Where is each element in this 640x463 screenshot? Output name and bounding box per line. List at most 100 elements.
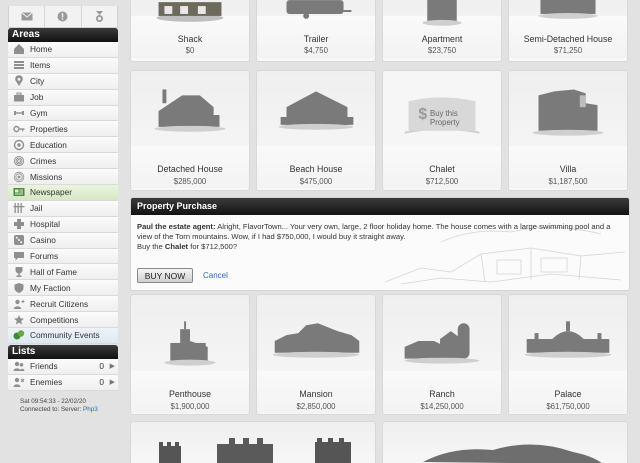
list-item-count: 0 — [99, 361, 104, 372]
newspaper-icon — [13, 188, 25, 197]
medal-icon — [95, 10, 103, 22]
villa-silhouette — [532, 89, 604, 136]
sidebar: Areas Home Items City Job Gym Properties… — [0, 0, 124, 463]
property-name: Mansion — [299, 389, 333, 399]
property-price: $61,750,000 — [546, 402, 590, 411]
property-card-palace[interactable]: Palace $61,750,000 — [508, 294, 628, 415]
list-item-label: Friends — [30, 361, 58, 372]
sidebar-top-icons — [8, 6, 118, 28]
jail-icon — [13, 203, 25, 214]
property-name: Villa — [559, 164, 577, 174]
missions-icon — [13, 171, 25, 182]
agent-message: Paul the estate agent: Alright, FlavorTo… — [131, 215, 621, 251]
property-name: Detached House — [157, 164, 223, 174]
sidebar-item-forums[interactable]: Forums — [8, 248, 118, 265]
detached-house-silhouette — [154, 89, 226, 132]
community-events-icon — [13, 330, 25, 340]
sidebar-item-newspaper[interactable]: Newspaper — [8, 185, 118, 201]
property-card-beach-house[interactable]: Beach House $475,000 — [256, 70, 376, 191]
buy-now-button[interactable]: BUY NOW — [137, 268, 193, 283]
buy-this-property-overlay[interactable]: Buy this Property — [430, 109, 459, 127]
beach-house-silhouette — [278, 91, 354, 130]
property-card-chalet[interactable]: $ Buy this Property Chalet $712,500 — [382, 70, 502, 191]
purchase-item: Chalet — [164, 241, 189, 251]
sidebar-item-recruit-citizens[interactable]: Recruit Citizens — [8, 296, 118, 313]
lists-header: Lists — [8, 345, 118, 359]
property-card-mansion[interactable]: Mansion $2,850,000 — [256, 294, 376, 415]
property-price: $475,000 — [299, 177, 333, 186]
property-name: Semi-Detached House — [523, 34, 613, 44]
server-time: Sat 09:54:33 - 22/02/20 — [20, 398, 86, 405]
sidebar-item-label: Recruit Citizens — [30, 298, 89, 309]
sidebar-item-items[interactable]: Items — [8, 57, 118, 74]
sidebar-item-education[interactable]: Education — [8, 137, 118, 154]
trophy-icon — [15, 266, 23, 277]
sidebar-item-jail[interactable]: Jail — [8, 200, 118, 217]
property-name: Palace — [554, 389, 582, 399]
property-price: $712,500 — [425, 177, 459, 186]
shack-silhouette — [156, 2, 224, 22]
cancel-link[interactable]: Cancel — [203, 271, 228, 280]
chevron-right-icon: ▶ — [109, 379, 115, 387]
list-item-enemies[interactable]: Enemies 0 ▶ — [8, 374, 118, 391]
property-name: Penthouse — [168, 389, 212, 399]
server-status: Sat 09:54:33 - 22/02/20 Connected to: Se… — [20, 398, 98, 414]
property-price: $0 — [185, 46, 195, 55]
palace-silhouette — [524, 321, 612, 358]
messages-button[interactable] — [9, 6, 46, 27]
sidebar-item-label: Competitions — [30, 314, 79, 325]
sidebar-item-job[interactable]: Job — [8, 89, 118, 106]
property-card-trailer[interactable]: Trailer $4,750 — [256, 0, 376, 62]
property-price: $1,900,000 — [170, 402, 210, 411]
chevron-right-icon: ▶ — [109, 363, 115, 371]
property-name: Chalet — [429, 164, 455, 174]
sidebar-item-my-faction[interactable]: My Faction — [8, 280, 118, 297]
sidebar-item-casino[interactable]: Casino — [8, 232, 118, 249]
purchase-question: Buy the Chalet for $712,500? — [137, 241, 238, 251]
sidebar-item-properties[interactable]: Properties — [8, 121, 118, 138]
property-name: Apartment — [421, 34, 463, 44]
sidebar-item-missions[interactable]: Missions — [8, 169, 118, 186]
sidebar-item-competitions[interactable]: Competitions — [8, 312, 118, 329]
sidebar-item-gym[interactable]: Gym — [8, 105, 118, 122]
sidebar-item-city[interactable]: City — [8, 73, 118, 90]
sidebar-item-label: Properties — [30, 123, 68, 134]
list-item-friends[interactable]: Friends 0 ▶ — [8, 359, 118, 375]
sidebar-item-home[interactable]: Home — [8, 42, 118, 58]
sidebar-item-label: Education — [30, 139, 67, 150]
properties-grid: Shack $0 Trailer $4,750 Apartment $23,75… — [130, 0, 630, 463]
sidebar-item-community-events[interactable]: Community Events — [8, 328, 118, 344]
property-card-semi-detached-house[interactable]: Semi-Detached House $71,250 — [508, 0, 628, 62]
sidebar-item-hospital[interactable]: Hospital — [8, 216, 118, 233]
sidebar-item-hall-of-fame[interactable]: Hall of Fame — [8, 264, 118, 281]
trailer-silhouette — [286, 0, 352, 19]
sidebar-item-label: City — [30, 76, 45, 87]
competitions-icon — [14, 314, 24, 325]
events-button[interactable] — [45, 6, 82, 27]
awards-button[interactable] — [82, 6, 117, 27]
dice-icon — [14, 235, 24, 246]
sidebar-item-label: Gym — [30, 108, 48, 118]
sidebar-item-crimes[interactable]: Crimes — [8, 153, 118, 170]
server-name-link[interactable]: Php3 — [83, 406, 98, 413]
sidebar-item-label: Hospital — [30, 219, 60, 230]
property-card-castle[interactable] — [130, 421, 376, 463]
envelope-icon — [20, 12, 33, 21]
property-card-ranch[interactable]: Ranch $14,250,000 — [382, 294, 502, 415]
property-name: Ranch — [429, 389, 455, 399]
briefcase-icon — [14, 92, 24, 102]
property-card-shack[interactable]: Shack $0 — [130, 0, 250, 62]
alert-icon — [57, 11, 68, 22]
areas-header: Areas — [8, 28, 118, 42]
property-card-detached-house[interactable]: Detached House $285,000 — [130, 70, 250, 191]
property-price: $14,250,000 — [420, 402, 464, 411]
faction-icon — [14, 282, 24, 293]
property-card-apartment[interactable]: Apartment $23,750 — [382, 0, 502, 62]
property-card-penthouse[interactable]: Penthouse $1,900,000 — [130, 294, 250, 415]
list-item-count: 0 — [99, 377, 104, 388]
property-price: $2,850,000 — [296, 402, 336, 411]
property-card-private-island[interactable] — [382, 421, 628, 463]
sidebar-item-label: Job — [30, 92, 44, 103]
property-card-villa[interactable]: Villa $1,187,500 — [508, 70, 628, 191]
island-silhouette — [423, 444, 602, 463]
